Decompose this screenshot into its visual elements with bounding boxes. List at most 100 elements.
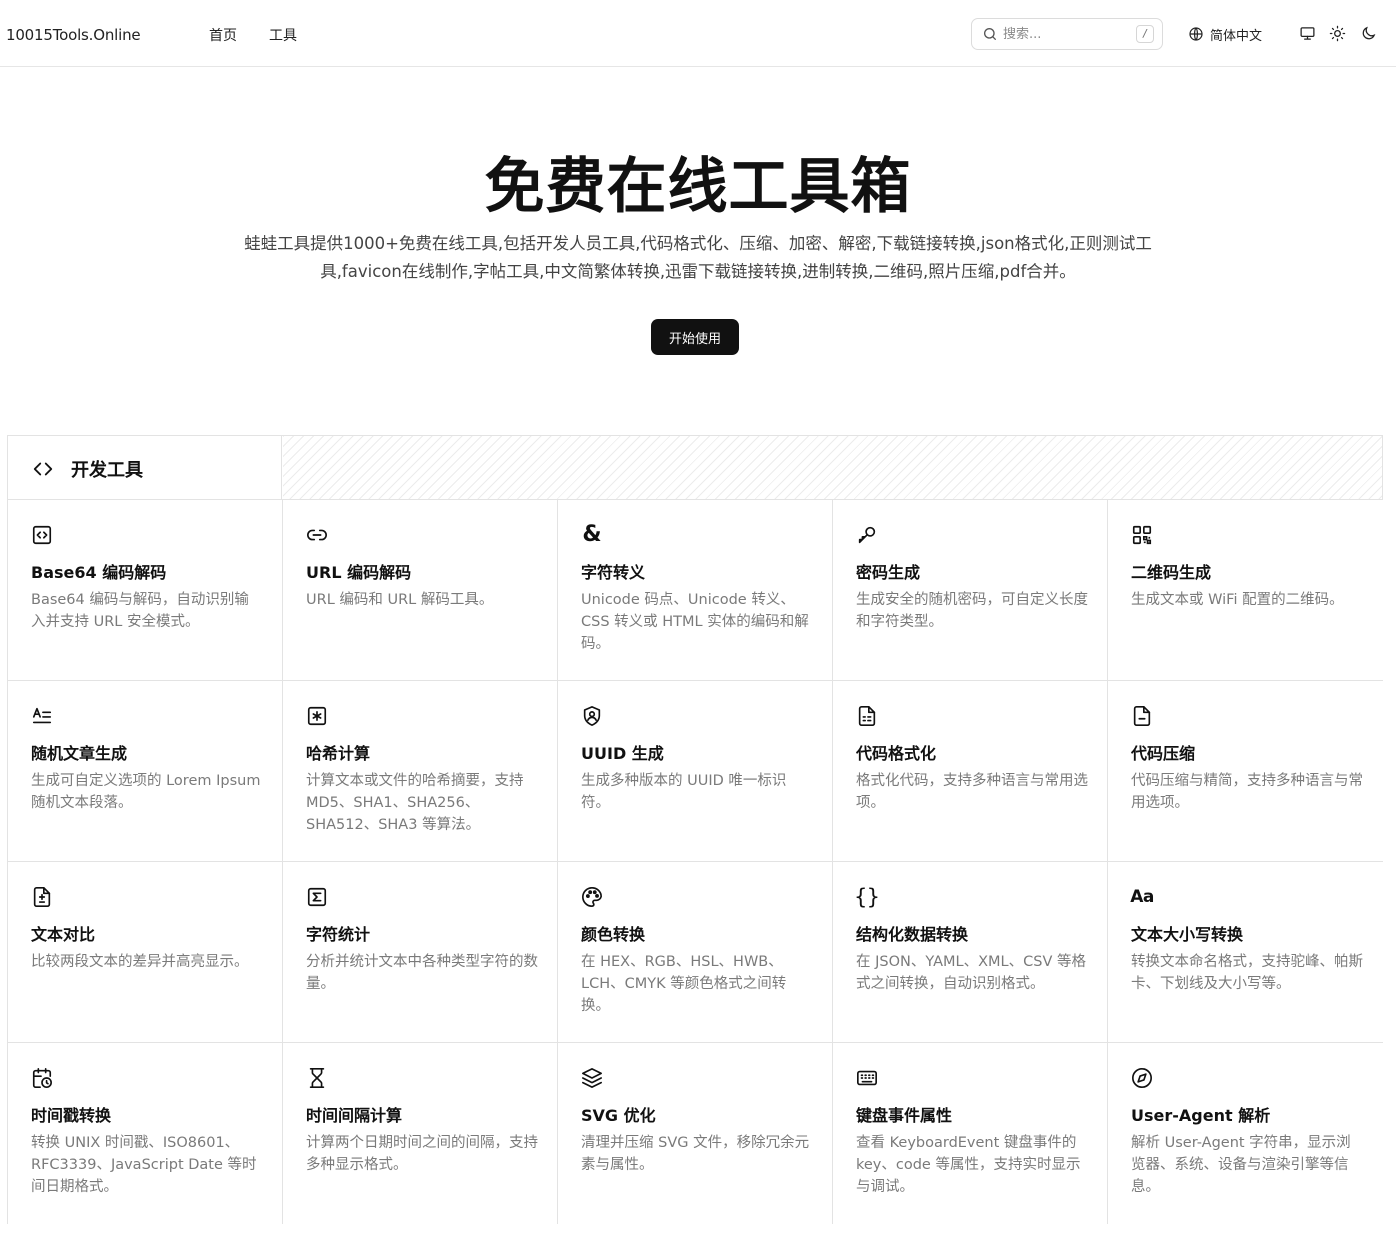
sigma-icon: [306, 886, 328, 908]
tool-title: 文本大小写转换: [1131, 925, 1244, 944]
tool-card-color[interactable]: 颜色转换 在 HEX、RGB、HSL、HWB、LCH、CMYK 等颜色格式之间转…: [558, 862, 833, 1043]
tool-card-useragent[interactable]: User-Agent 解析 解析 User-Agent 字符串，显示浏览器、系统…: [1108, 1043, 1383, 1224]
tool-description: 转换 UNIX 时间戳、ISO8601、RFC3339、JavaScript D…: [31, 1135, 257, 1195]
link-icon: [306, 524, 328, 546]
tool-description: 生成文本或 WiFi 配置的二维码。: [1131, 592, 1344, 608]
tool-card-dataconvert[interactable]: {} 结构化数据转换 在 JSON、YAML、XML、CSV 等格式之间转换，自…: [833, 862, 1108, 1043]
tool-description: 解析 User-Agent 字符串，显示浏览器、系统、设备与渲染引擎等信息。: [1131, 1135, 1351, 1195]
tool-description: 生成安全的随机密码，可自定义长度和字符类型。: [856, 592, 1088, 630]
file-minus-icon: [1131, 705, 1153, 727]
qr-code-icon: [1131, 524, 1153, 546]
tool-card-case[interactable]: Aa 文本大小写转换 转换文本命名格式，支持驼峰、帕斯卡、下划线及大小写等。: [1108, 862, 1383, 1043]
language-switcher[interactable]: 简体中文: [1188, 24, 1262, 44]
tool-card-password[interactable]: 密码生成 生成安全的随机密码，可自定义长度和字符类型。: [833, 500, 1108, 681]
tool-description: 计算两个日期时间之间的间隔，支持多种显示格式。: [306, 1135, 538, 1173]
tool-description: 代码压缩与精简，支持多种语言与常用选项。: [1131, 773, 1363, 811]
tool-description: 查看 KeyboardEvent 键盘事件的 key、code 等属性，支持实时…: [856, 1135, 1081, 1195]
search-icon: [984, 28, 996, 40]
tool-title: 时间戳转换: [31, 1106, 112, 1125]
section-title: 开发工具: [71, 460, 143, 481]
tool-title: 代码格式化: [856, 744, 937, 763]
tool-card-url[interactable]: URL 编码解码 URL 编码和 URL 解码工具。: [283, 500, 558, 681]
hourglass-icon: [306, 1067, 328, 1089]
tool-description: 生成可自定义选项的 Lorem Ipsum 随机文本段落。: [31, 773, 261, 811]
tool-description: 转换文本命名格式，支持驼峰、帕斯卡、下划线及大小写等。: [1131, 954, 1363, 992]
tool-description: 计算文本或文件的哈希摘要，支持 MD5、SHA1、SHA256、SHA512、S…: [306, 773, 524, 833]
tool-title: 字符转义: [581, 563, 646, 582]
tool-title: 颜色转换: [581, 925, 646, 944]
tool-description: 分析并统计文本中各种类型字符的数量。: [306, 954, 538, 992]
tool-card-qrcode[interactable]: 二维码生成 生成文本或 WiFi 配置的二维码。: [1108, 500, 1383, 681]
tool-description: 清理并压缩 SVG 文件，移除冗余元素与属性。: [581, 1135, 810, 1173]
monitor-icon[interactable]: [1299, 25, 1316, 42]
section-header: 开发工具: [8, 436, 1382, 500]
tool-title: Base64 编码解码: [31, 563, 167, 582]
file-diff-icon: [31, 886, 53, 908]
code-brackets-icon: [33, 462, 53, 476]
tool-card-hash[interactable]: 哈希计算 计算文本或文件的哈希摘要，支持 MD5、SHA1、SHA256、SHA…: [283, 681, 558, 862]
tool-title: 文本对比: [31, 925, 96, 944]
tool-card-interval[interactable]: 时间间隔计算 计算两个日期时间之间的间隔，支持多种显示格式。: [283, 1043, 558, 1224]
tool-title: 哈希计算: [306, 744, 371, 763]
asterisk-square-icon: [306, 705, 328, 727]
tool-title: 键盘事件属性: [856, 1106, 953, 1125]
ampersand-icon: &: [582, 522, 602, 547]
tool-card-diff[interactable]: 文本对比 比较两段文本的差异并高亮显示。: [8, 862, 283, 1043]
tool-description: 生成多种版本的 UUID 唯一标识符。: [581, 773, 787, 811]
globe-icon: [1189, 27, 1203, 41]
tool-title: UUID 生成: [581, 744, 664, 763]
search-input[interactable]: [1003, 24, 1123, 44]
search-box[interactable]: /: [971, 18, 1163, 50]
tool-card-uuid[interactable]: UUID 生成 生成多种版本的 UUID 唯一标识符。: [558, 681, 833, 862]
hatch-pattern: [283, 436, 1382, 499]
sun-icon[interactable]: [1329, 25, 1346, 42]
tool-title: 字符统计: [306, 925, 371, 944]
tool-title: URL 编码解码: [306, 563, 412, 582]
tool-card-lorem[interactable]: 随机文章生成 生成可自定义选项的 Lorem Ipsum 随机文本段落。: [8, 681, 283, 862]
tool-description: URL 编码和 URL 解码工具。: [306, 592, 494, 608]
tool-card-charcount[interactable]: 字符统计 分析并统计文本中各种类型字符的数量。: [283, 862, 558, 1043]
shield-icon: [581, 705, 603, 727]
tool-card-escape[interactable]: & 字符转义 Unicode 码点、Unicode 转义、CSS 转义或 HTM…: [558, 500, 833, 681]
tool-description: 在 HEX、RGB、HSL、HWB、LCH、CMYK 等颜色格式之间转换。: [581, 954, 787, 1014]
braces-icon: {}: [854, 885, 880, 909]
hero-title: 免费在线工具箱: [484, 152, 912, 222]
keyboard-icon: [856, 1067, 878, 1089]
get-started-button[interactable]: 开始使用: [651, 319, 739, 355]
search-shortcut-key: /: [1136, 25, 1154, 43]
hero-description: 蛙蛙工具提供1000+免费在线工具,包括开发人员工具,代码格式化、压缩、加密、解…: [244, 234, 1152, 281]
tool-description: 比较两段文本的差异并高亮显示。: [31, 954, 249, 970]
tool-description: 格式化代码，支持多种语言与常用选项。: [856, 773, 1088, 811]
nav-link-home[interactable]: 首页: [209, 25, 237, 45]
section-title-box: 开发工具: [8, 436, 282, 499]
tool-title: User-Agent 解析: [1131, 1106, 1271, 1125]
tool-card-keyboard[interactable]: 键盘事件属性 查看 KeyboardEvent 键盘事件的 key、code 等…: [833, 1043, 1108, 1224]
top-navbar: 10015Tools.Online 首页 工具 / 简体中文: [0, 0, 1396, 67]
tool-card-format[interactable]: 代码格式化 格式化代码，支持多种语言与常用选项。: [833, 681, 1108, 862]
tool-title: SVG 优化: [581, 1106, 656, 1125]
text-lines-icon: [31, 705, 53, 727]
compass-icon: [1131, 1067, 1153, 1089]
tool-title: 时间间隔计算: [306, 1106, 403, 1125]
tool-title: 密码生成: [856, 563, 921, 582]
file-code-icon: [31, 524, 53, 546]
tool-card-minify[interactable]: 代码压缩 代码压缩与精简，支持多种语言与常用选项。: [1108, 681, 1383, 862]
tool-title: 代码压缩: [1131, 744, 1196, 763]
tool-card-svg[interactable]: SVG 优化 清理并压缩 SVG 文件，移除冗余元素与属性。: [558, 1043, 833, 1224]
nav-link-tools[interactable]: 工具: [269, 25, 297, 45]
palette-icon: [581, 886, 603, 908]
file-text-icon: [856, 705, 878, 727]
tool-description: 在 JSON、YAML、XML、CSV 等格式之间转换，自动识别格式。: [856, 954, 1086, 992]
tool-card-timestamp[interactable]: 时间戳转换 转换 UNIX 时间戳、ISO8601、RFC3339、JavaSc…: [8, 1043, 283, 1224]
layers-icon: [581, 1067, 603, 1089]
tool-description: Base64 编码与解码，自动识别输入并支持 URL 安全模式。: [31, 592, 249, 630]
tool-card-base64[interactable]: Base64 编码解码 Base64 编码与解码，自动识别输入并支持 URL 安…: [8, 500, 283, 681]
moon-icon[interactable]: [1360, 25, 1377, 42]
key-icon: [856, 524, 878, 546]
case-icon: Aa: [1130, 887, 1154, 907]
tool-title: 结构化数据转换: [856, 925, 969, 944]
language-label: 简体中文: [1210, 28, 1263, 44]
site-logo[interactable]: 10015Tools.Online: [6, 26, 141, 44]
tool-title: 二维码生成: [1131, 563, 1212, 582]
dev-tools-section: 开发工具 Base64 编码解码 Base64 编码与解码，自动识别输入并支持 …: [7, 435, 1383, 1224]
